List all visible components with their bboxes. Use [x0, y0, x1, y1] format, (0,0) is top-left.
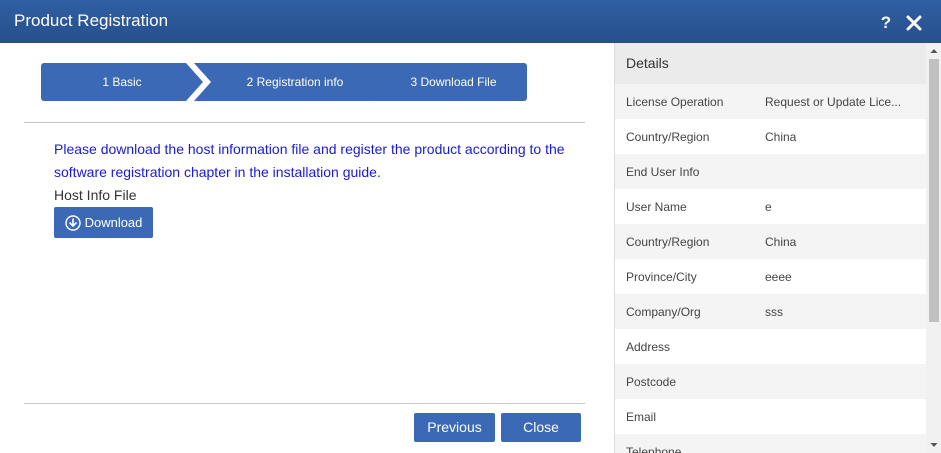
- details-row: User Name e: [615, 189, 926, 224]
- close-button[interactable]: Close: [501, 413, 581, 442]
- details-row: Country/Region China: [615, 119, 926, 154]
- details-row: Address: [615, 329, 926, 364]
- scroll-up-arrow-icon[interactable]: [926, 43, 941, 59]
- details-key: Country/Region: [626, 129, 710, 144]
- details-value: eeee: [765, 269, 792, 284]
- host-info-file-label: Host Info File: [54, 187, 137, 203]
- previous-button[interactable]: Previous: [414, 413, 495, 442]
- step-download-file: 3 Download File: [366, 63, 527, 101]
- step-registration-info-label: 2 Registration info: [246, 75, 344, 89]
- details-row: Company/Org sss: [615, 294, 926, 329]
- dialog-title: Product Registration: [14, 11, 169, 30]
- divider: [24, 122, 585, 123]
- step-registration-info: 2 Registration info: [194, 63, 386, 101]
- details-value: sss: [765, 304, 783, 319]
- details-scrollbar[interactable]: [926, 43, 941, 453]
- details-key: Telephone: [626, 444, 682, 453]
- details-value: e: [765, 199, 772, 214]
- details-panel: Details License Operation Request or Upda…: [614, 43, 941, 453]
- divider: [24, 403, 585, 404]
- wizard-steps: 1 Basic 2 Registration info 3 Download F…: [41, 63, 531, 101]
- details-row: Province/City eeee: [615, 259, 926, 294]
- step-basic: 1 Basic: [41, 63, 203, 101]
- details-row: End User Info: [615, 154, 926, 189]
- details-key: Company/Org: [626, 304, 701, 319]
- details-key: Postcode: [626, 374, 677, 389]
- instruction-message: Please download the host information fil…: [54, 141, 565, 180]
- details-key: Country/Region: [626, 234, 710, 249]
- details-key: License Operation: [626, 94, 724, 109]
- scrollbar-thumb[interactable]: [929, 59, 939, 322]
- details-row: License Operation Request or Update Lice.…: [615, 84, 926, 119]
- download-circle-icon: [64, 214, 81, 231]
- details-key: End User Info: [626, 164, 700, 179]
- details-value: China: [765, 129, 797, 144]
- details-key: Address: [626, 339, 671, 354]
- details-key: Province/City: [626, 269, 697, 284]
- details-header: Details: [615, 43, 926, 84]
- step-basic-label: 1 Basic: [102, 75, 142, 89]
- details-key: Email: [626, 409, 657, 424]
- details-row: Telephone: [615, 434, 926, 453]
- details-row: Email: [615, 399, 926, 434]
- scroll-down-arrow-icon[interactable]: [926, 439, 941, 453]
- dialog-titlebar: Product Registration ?: [0, 0, 941, 43]
- details-key: User Name: [626, 199, 687, 214]
- help-button[interactable]: ?: [879, 13, 893, 33]
- download-button[interactable]: Download: [54, 207, 153, 238]
- details-row: Country/Region China: [615, 224, 926, 259]
- details-value: Request or Update Lice...: [765, 94, 902, 109]
- details-row: Postcode: [615, 364, 926, 399]
- details-list: License Operation Request or Update Lice.…: [615, 84, 926, 453]
- step-download-file-label: 3 Download File: [410, 75, 497, 89]
- main-panel: 1 Basic 2 Registration info 3 Download F…: [0, 43, 614, 453]
- details-value: China: [765, 234, 797, 249]
- download-button-label: Download: [84, 215, 143, 230]
- close-icon[interactable]: [905, 13, 923, 33]
